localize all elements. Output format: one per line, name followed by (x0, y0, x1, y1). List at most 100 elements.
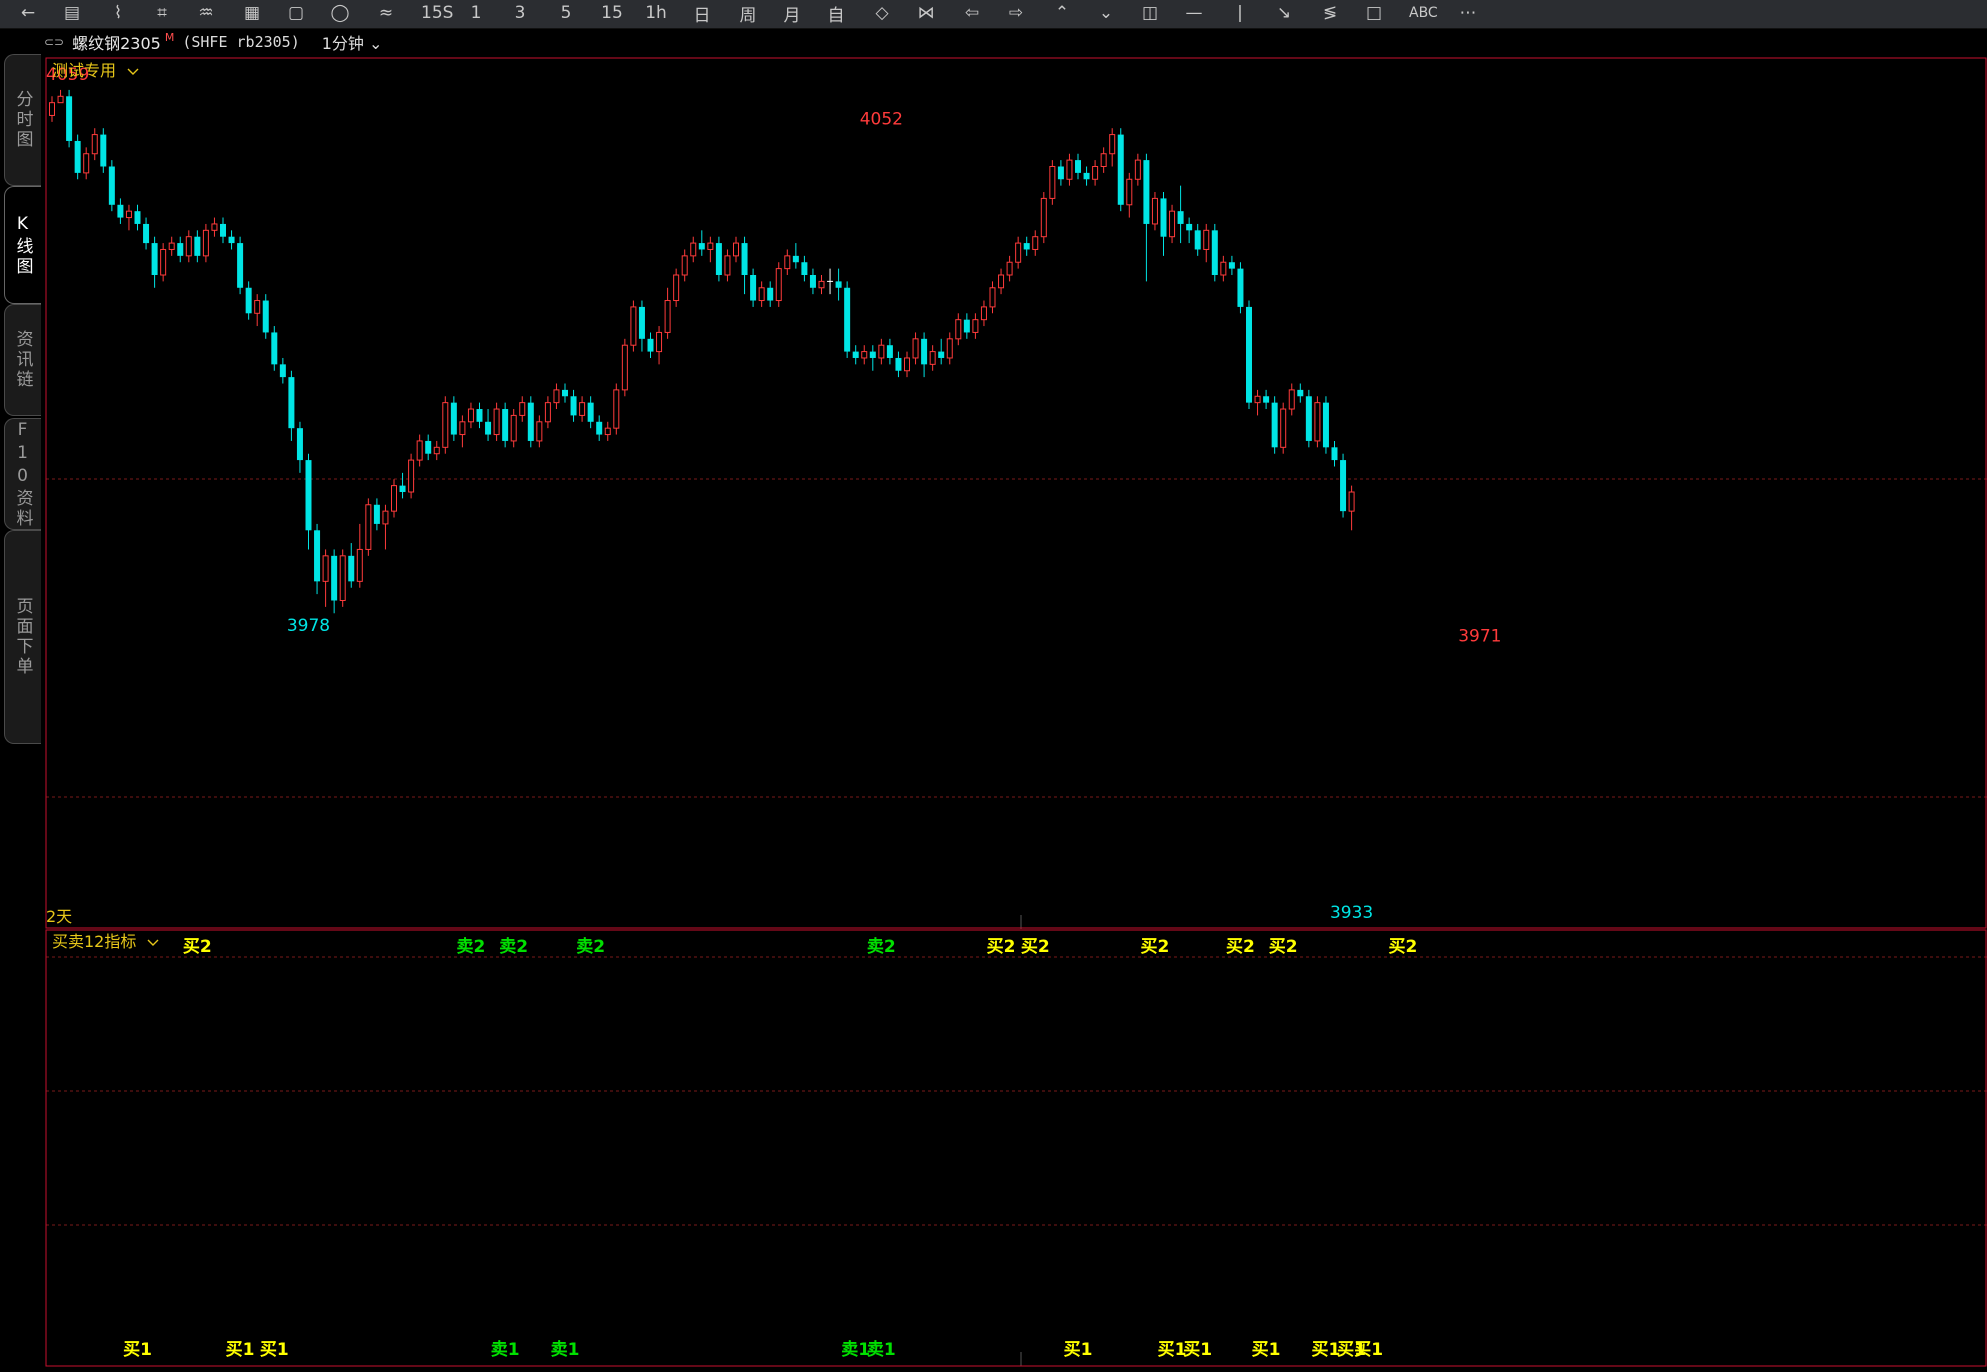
candle (125, 204, 132, 231)
candle (485, 409, 492, 441)
candle (365, 498, 372, 556)
candle (587, 396, 594, 429)
candle (1066, 153, 1073, 186)
candle (356, 523, 363, 588)
candle (1160, 192, 1167, 256)
candle (733, 236, 739, 263)
candle (809, 268, 816, 295)
sell1-signal: 卖1 (867, 1339, 896, 1360)
candle (1314, 396, 1321, 448)
candle (536, 415, 543, 448)
candle (1288, 383, 1295, 416)
candle (818, 275, 825, 295)
buy1-signal: 买1 (1354, 1340, 1383, 1360)
candle (878, 338, 885, 365)
candle (450, 396, 457, 441)
candle (271, 326, 278, 371)
candle (664, 287, 671, 339)
candle (1348, 485, 1355, 531)
candle (904, 351, 910, 378)
candle (1322, 396, 1329, 454)
candle (408, 453, 415, 499)
candle (1331, 440, 1338, 467)
candle (562, 383, 568, 403)
candle (510, 409, 517, 448)
candle (1228, 255, 1235, 275)
candle (792, 243, 799, 269)
buy2-signal: 买2 (1021, 937, 1050, 957)
candle (1126, 172, 1133, 218)
candle (912, 332, 919, 365)
candle (946, 332, 953, 365)
candle (433, 440, 440, 461)
candle (1100, 147, 1107, 173)
candle (980, 300, 987, 327)
candle (1263, 389, 1270, 410)
buy1-signal: 买1 (1252, 1340, 1281, 1360)
candle (74, 134, 81, 180)
candle (1057, 160, 1064, 186)
high-price-label: 3971 (1458, 627, 1501, 647)
chart-canvas[interactable]: 40593978405239333971 买2 卖2 卖2 卖2 卖2 买2 买2 买2 买2 买… (0, 0, 1987, 1372)
candle (869, 345, 876, 371)
candle (750, 268, 757, 307)
candle (1211, 223, 1218, 282)
candle (1134, 153, 1141, 186)
candle (1109, 128, 1116, 167)
candle (425, 434, 432, 461)
buy2-signal: 买2 (987, 937, 1016, 957)
candle (963, 313, 970, 339)
candle (827, 268, 834, 295)
buy1-signal: 买1 (1183, 1340, 1212, 1360)
template-selector[interactable]: 测试专用 (52, 61, 116, 80)
candle (1023, 236, 1030, 256)
candle (279, 357, 286, 384)
candle (1297, 383, 1304, 403)
candle (656, 326, 663, 365)
candle (638, 300, 645, 352)
candle (1203, 223, 1210, 263)
candle (416, 434, 423, 467)
candle (442, 396, 449, 454)
candle (1032, 230, 1039, 256)
candle (844, 281, 851, 358)
indicator-selector[interactable]: 买卖12指标 (52, 932, 136, 951)
candle (288, 370, 295, 441)
candle (160, 243, 167, 282)
candle (886, 338, 893, 365)
candle (929, 345, 936, 371)
days-label: 2天 (46, 907, 72, 926)
main-pane-border (45, 57, 1987, 929)
high-price-label: 4052 (860, 110, 903, 130)
candle (49, 96, 55, 122)
candle (690, 236, 697, 263)
candle (596, 415, 603, 441)
candle (861, 345, 868, 365)
candle (972, 313, 979, 339)
candle (698, 230, 705, 256)
candle (647, 332, 654, 358)
sell1-signal: 卖1 (491, 1339, 520, 1360)
candle (955, 313, 962, 346)
sell2-signal: 卖2 (576, 936, 605, 957)
candle (245, 281, 252, 320)
candle (1305, 389, 1312, 448)
candle (1220, 255, 1227, 282)
low-price-label: 3978 (287, 616, 330, 636)
candle (1169, 204, 1176, 244)
candle (134, 204, 141, 231)
candle (989, 281, 996, 314)
candle (544, 396, 551, 429)
candle (1006, 255, 1013, 282)
candle (322, 549, 329, 607)
candle (151, 236, 158, 288)
candle (314, 523, 321, 595)
buy2-signal: 买2 (1141, 937, 1170, 957)
candle (775, 262, 782, 307)
candle (1040, 192, 1047, 244)
candle (527, 396, 534, 448)
sell1-signal: 卖1 (551, 1339, 580, 1360)
candle (1015, 236, 1022, 269)
candle (604, 421, 611, 441)
candle (262, 294, 269, 339)
